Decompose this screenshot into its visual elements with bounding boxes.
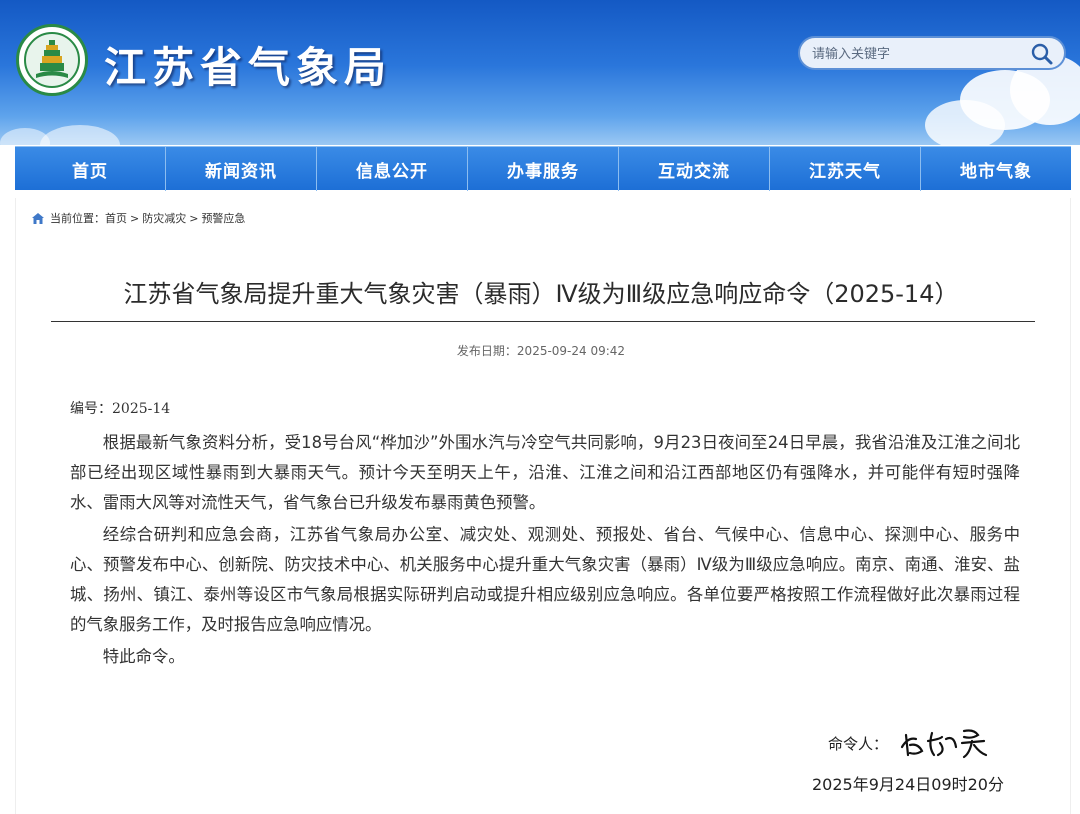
search-input[interactable]	[812, 44, 1022, 64]
signer-line: 命令人：	[828, 725, 990, 761]
breadcrumb-link-early-warning[interactable]: 预警应急	[201, 210, 245, 226]
signer-label: 命令人：	[828, 734, 889, 753]
search-box	[798, 36, 1066, 70]
article-paragraph: 特此命令。	[102, 647, 185, 666]
site-title[interactable]: 江苏省气象局	[104, 34, 392, 95]
nav-item-jiangsu-weather[interactable]: 江苏天气	[770, 147, 921, 191]
publish-date: 发布日期：2025-09-24 09:42	[456, 344, 626, 358]
breadcrumb-separator: >	[130, 211, 140, 225]
breadcrumb: 当前位置： 首页 > 防灾减灾 > 预警应急	[32, 210, 245, 226]
site-header: 江苏省气象局	[0, 0, 1080, 145]
nav-item-news[interactable]: 新闻资讯	[166, 147, 317, 191]
content-area: 当前位置： 首页 > 防灾减灾 > 预警应急 江苏省气象局提升重大气象灾害（暴雨…	[15, 198, 1071, 814]
main-nav: 首页 新闻资讯 信息公开 办事服务 互动交流 江苏天气 地市气象	[15, 146, 1071, 191]
nav-item-interaction[interactable]: 互动交流	[619, 147, 770, 191]
logo-emblem	[24, 32, 80, 88]
search-icon[interactable]	[1030, 42, 1054, 66]
bureau-logo-icon[interactable]	[16, 24, 88, 96]
article-body: 编号：2025-14 根据最新气象资料分析，受18号台风“桦加沙”外围水汽与冷空…	[70, 396, 1020, 672]
breadcrumb-prefix: 当前位置：	[50, 212, 105, 225]
nav-item-services[interactable]: 办事服务	[468, 147, 619, 191]
handwritten-signature	[900, 729, 988, 759]
cloud-decoration	[40, 125, 120, 145]
breadcrumb-separator: >	[189, 211, 199, 225]
article-paragraph: 根据最新气象资料分析，受18号台风“桦加沙”外围水汽与冷空气共同影响，9月23日…	[70, 433, 1020, 512]
article-paragraph: 经综合研判和应急会商，江苏省气象局办公室、减灾处、观测处、预报处、省台、气候中心…	[70, 525, 1020, 634]
document-number: 编号：2025-14	[70, 401, 171, 417]
article-title: 江苏省气象局提升重大气象灾害（暴雨）Ⅳ级为Ⅲ级应急响应命令（2025-14）	[123, 280, 959, 308]
home-icon	[32, 212, 44, 224]
pagoda-emblem-icon	[36, 40, 68, 78]
nav-item-city-weather[interactable]: 地市气象	[921, 147, 1071, 191]
breadcrumb-link-home[interactable]: 首页	[105, 210, 127, 226]
sign-time: 2025年9月24日09时20分	[812, 775, 1004, 794]
nav-item-info-disclosure[interactable]: 信息公开	[317, 147, 468, 191]
cloud-decoration	[0, 128, 50, 145]
title-divider	[51, 321, 1035, 322]
breadcrumb-link-disaster-prevention[interactable]: 防灾减灾	[142, 210, 186, 226]
cloud-decoration	[925, 100, 1005, 145]
nav-item-home[interactable]: 首页	[15, 147, 166, 191]
